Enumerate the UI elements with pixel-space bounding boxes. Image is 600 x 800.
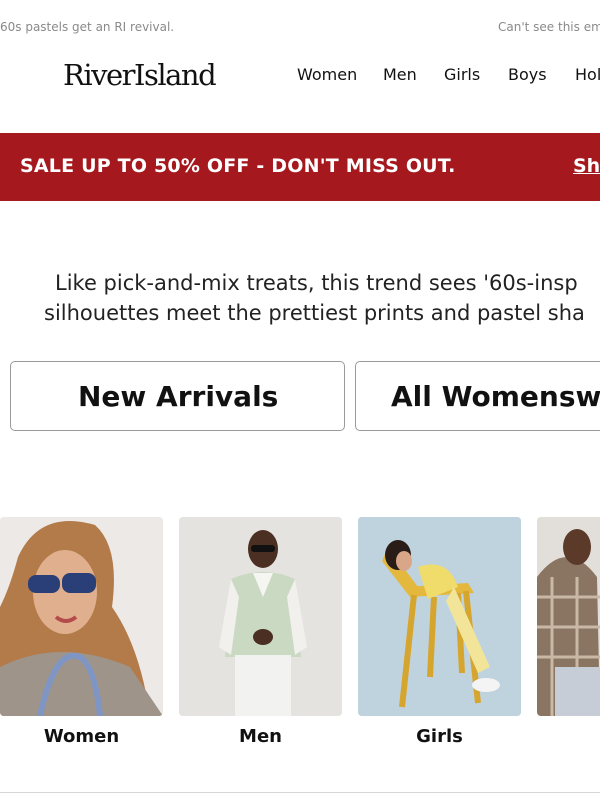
nav-item-women[interactable]: Women [297,65,357,84]
intro-line-1: Like pick-and-mix treats, this trend see… [55,271,578,295]
category-women[interactable]: Women [0,517,163,747]
men-category-image[interactable] [179,517,342,716]
intro-copy: Like pick-and-mix treats, this trend see… [0,268,600,332]
category-boys[interactable]: B [537,517,600,716]
boys-category-image[interactable] [537,517,600,716]
nav-item-boys[interactable]: Boys [508,65,547,84]
sale-banner-text: SALE UP TO 50% OFF - DON'T MISS OUT. [20,155,456,177]
woman-sunglasses-photo [0,517,163,716]
girl-yellow-chair-photo [358,517,521,716]
main-nav: Women Men Girls Boys Hol [0,65,600,87]
nav-item-men[interactable]: Men [383,65,417,84]
nav-item-holiday[interactable]: Hol [575,65,600,84]
preheader: 60s pastels get an RI revival. Can't see… [0,20,600,38]
category-girls-label: Girls [416,726,463,747]
preheader-text: 60s pastels get an RI revival. [0,20,175,34]
man-mint-jacket-photo [179,517,342,716]
nav-item-girls[interactable]: Girls [444,65,480,84]
girls-category-image[interactable] [358,517,521,716]
boy-check-shirt-photo [537,517,600,716]
women-category-image[interactable] [0,517,163,716]
new-arrivals-button[interactable]: New Arrivals [10,361,345,431]
category-women-label: Women [43,726,120,747]
category-girls[interactable]: Girls [358,517,521,747]
category-men[interactable]: Men [179,517,342,747]
category-boys-label: B [537,726,600,747]
sale-banner[interactable]: SALE UP TO 50% OFF - DON'T MISS OUT. Sh [0,133,600,201]
new-arrivals-label: New Arrivals [78,380,279,413]
intro-line-2: silhouettes meet the prettiest prints an… [44,301,585,325]
category-men-label: Men [239,726,282,747]
section-divider [0,792,600,793]
category-row: Women Men Girls [0,517,600,757]
all-womenswear-button[interactable]: All Womensw [355,361,600,431]
view-in-browser-link[interactable]: Can't see this em [498,20,600,34]
all-womenswear-label: All Womensw [391,380,600,413]
sale-shop-link[interactable]: Sh [573,155,600,177]
